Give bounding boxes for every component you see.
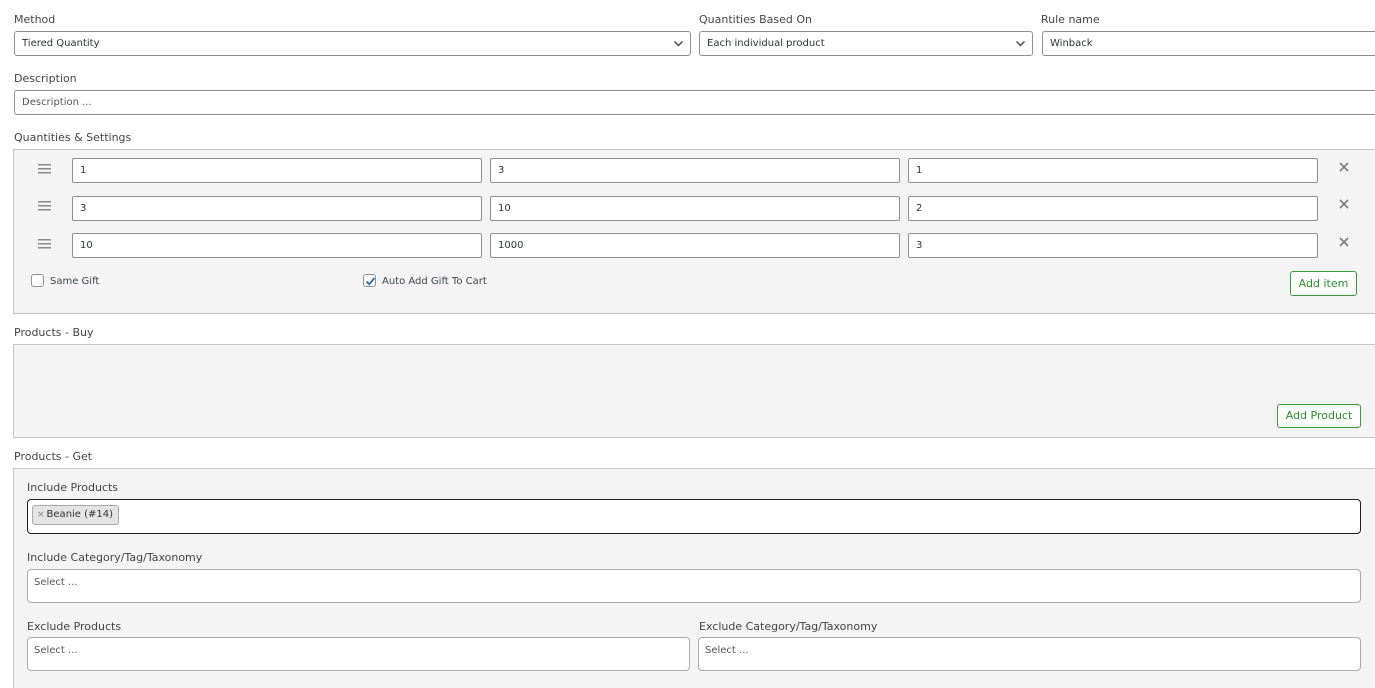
tag-remove-icon[interactable]: × bbox=[37, 510, 45, 520]
chevron-down-icon bbox=[1016, 41, 1025, 47]
quantities-settings-label: Quantities & Settings bbox=[14, 131, 132, 144]
drag-handle-icon[interactable] bbox=[38, 164, 51, 174]
tier-max-input[interactable]: 10 bbox=[490, 196, 900, 221]
products-get-label: Products - Get bbox=[14, 450, 93, 463]
tier-gift-qty-input[interactable]: 3 bbox=[908, 233, 1318, 258]
exclude-products-select[interactable]: Select ... bbox=[27, 637, 690, 671]
tier-min-input[interactable]: 1 bbox=[72, 158, 482, 183]
close-icon[interactable] bbox=[1338, 236, 1350, 248]
tier-max-input[interactable]: 3 bbox=[490, 158, 900, 183]
include-category-placeholder: Select ... bbox=[34, 577, 78, 588]
products-buy-panel bbox=[13, 344, 1375, 438]
description-label: Description bbox=[14, 72, 77, 85]
exclude-category-placeholder: Select ... bbox=[705, 645, 749, 656]
include-category-select[interactable]: Select ... bbox=[27, 569, 1361, 603]
method-label: Method bbox=[14, 13, 56, 26]
tier-gift-qty-input[interactable]: 1 bbox=[908, 158, 1318, 183]
include-products-select[interactable]: × Beanie (#14) bbox=[27, 499, 1361, 534]
tier-max-input[interactable]: 1000 bbox=[490, 233, 900, 258]
tag-text: Beanie (#14) bbox=[46, 509, 114, 520]
quantities-based-on-select[interactable]: Each individual product bbox=[699, 31, 1033, 56]
method-value: Tiered Quantity bbox=[22, 38, 100, 49]
tier-min-input[interactable]: 10 bbox=[72, 233, 482, 258]
checkmark-icon bbox=[365, 277, 376, 286]
drag-handle-icon[interactable] bbox=[38, 239, 51, 249]
exclude-category-select[interactable]: Select ... bbox=[698, 637, 1361, 671]
rule-name-value: Winback bbox=[1050, 38, 1093, 49]
products-buy-label: Products - Buy bbox=[14, 326, 94, 339]
close-icon[interactable] bbox=[1338, 161, 1350, 173]
close-icon[interactable] bbox=[1338, 198, 1350, 210]
add-product-button[interactable]: Add Product bbox=[1277, 404, 1361, 428]
exclude-products-label: Exclude Products bbox=[27, 620, 122, 633]
quantities-based-on-value: Each individual product bbox=[707, 38, 825, 49]
quantities-based-on-label: Quantities Based On bbox=[699, 13, 812, 26]
tier-min-input[interactable]: 3 bbox=[72, 196, 482, 221]
chevron-down-icon bbox=[674, 41, 683, 47]
include-category-label: Include Category/Tag/Taxonomy bbox=[27, 551, 203, 564]
auto-add-gift-checkbox[interactable] bbox=[363, 274, 376, 287]
method-select[interactable]: Tiered Quantity bbox=[14, 31, 691, 56]
exclude-products-placeholder: Select ... bbox=[34, 645, 78, 656]
tier-gift-qty-input[interactable]: 2 bbox=[908, 196, 1318, 221]
selected-product-tag: × Beanie (#14) bbox=[32, 505, 120, 525]
exclude-category-label: Exclude Category/Tag/Taxonomy bbox=[699, 620, 878, 633]
same-gift-checkbox[interactable] bbox=[31, 274, 44, 287]
description-input[interactable]: Description ... bbox=[14, 90, 1375, 115]
same-gift-label: Same Gift bbox=[50, 276, 100, 287]
auto-add-gift-label: Auto Add Gift To Cart bbox=[382, 276, 487, 287]
drag-handle-icon[interactable] bbox=[38, 201, 51, 211]
rule-name-input[interactable]: Winback bbox=[1042, 31, 1375, 56]
add-item-button[interactable]: Add item bbox=[1290, 271, 1357, 296]
include-products-label: Include Products bbox=[27, 481, 119, 494]
rule-name-label: Rule name bbox=[1041, 13, 1100, 26]
description-placeholder: Description ... bbox=[22, 97, 92, 108]
